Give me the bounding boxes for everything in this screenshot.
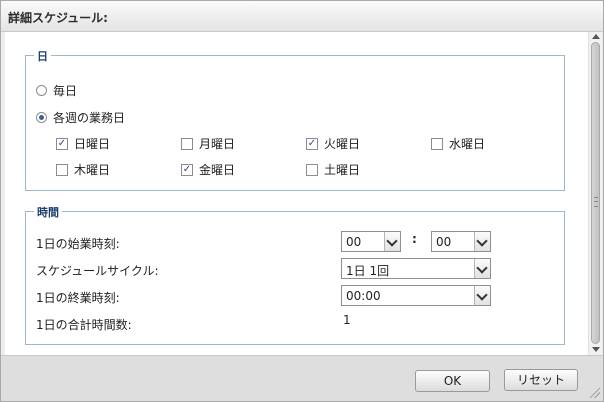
time-separator: : [412, 232, 417, 246]
dialog-title: 詳細スケジュール: [8, 11, 108, 25]
checkbox-saturday-label: 土曜日 [324, 163, 361, 177]
scrollbar-thumb[interactable] [591, 42, 600, 344]
checkbox-saturday-box[interactable] [306, 163, 318, 176]
resize-grip-icon[interactable] [590, 388, 600, 398]
checkbox-wednesday-label: 水曜日 [449, 137, 486, 151]
radio-every-day-button[interactable] [36, 85, 47, 96]
ok-button[interactable]: OK [415, 370, 490, 392]
reset-button[interactable]: リセット [504, 369, 578, 391]
total-hours-value: 1 [343, 313, 351, 327]
grip-icon [594, 197, 598, 207]
checkbox-sunday-box[interactable]: ✓ [56, 137, 68, 150]
cycle-value: 1日 1回 [346, 264, 390, 278]
start-time-label: 1日の始業時刻: [36, 237, 120, 251]
cycle-label: スケジュールサイクル: [36, 264, 159, 278]
start-minute-select[interactable]: 00 [431, 231, 491, 252]
chevron-down-icon [474, 259, 490, 278]
dialog-content: 日 毎日 各週の業務日 ✓ 日曜日 月曜日 ✓ 火曜日 水曜日 木曜日 ✓ 金曜… [5, 32, 601, 355]
checkbox-friday[interactable]: ✓ 金曜日 [181, 161, 235, 178]
total-hours-label: 1日の合計時間数: [36, 318, 132, 332]
checkbox-thursday-label: 木曜日 [74, 163, 111, 177]
checkbox-wednesday[interactable]: 水曜日 [431, 135, 485, 152]
end-time-value: 00:00 [346, 289, 381, 303]
start-hour-value: 00 [346, 235, 362, 249]
checkbox-thursday-box[interactable] [56, 163, 68, 176]
checkbox-thursday[interactable]: 木曜日 [56, 161, 110, 178]
chevron-down-icon [474, 232, 490, 251]
end-time-select[interactable]: 00:00 [341, 285, 491, 306]
start-minute-value: 00 [436, 235, 452, 249]
chevron-down-icon [474, 286, 490, 305]
checkbox-friday-label: 金曜日 [199, 163, 236, 177]
checkbox-tuesday-label: 火曜日 [324, 137, 361, 151]
end-time-label: 1日の終業時刻: [36, 291, 120, 305]
radio-weekly-workdays-label: 各週の業務日 [53, 111, 126, 125]
checkbox-sunday[interactable]: ✓ 日曜日 [56, 135, 110, 152]
checkbox-monday-label: 月曜日 [199, 137, 236, 151]
checkbox-sunday-label: 日曜日 [74, 137, 111, 151]
day-group: 日 毎日 各週の業務日 ✓ 日曜日 月曜日 ✓ 火曜日 水曜日 木曜日 ✓ 金曜… [25, 48, 565, 191]
checkbox-friday-box[interactable]: ✓ [181, 163, 193, 176]
day-group-legend: 日 [34, 48, 51, 64]
checkbox-monday[interactable]: 月曜日 [181, 135, 235, 152]
start-hour-select[interactable]: 00 [341, 231, 401, 252]
radio-every-day[interactable]: 毎日 [36, 82, 77, 99]
checkbox-tuesday-box[interactable]: ✓ [306, 137, 318, 150]
checkbox-tuesday[interactable]: ✓ 火曜日 [306, 135, 360, 152]
radio-weekly-workdays[interactable]: 各週の業務日 [36, 109, 125, 126]
checkbox-monday-box[interactable] [181, 137, 193, 150]
dialog-footer: OK リセット [1, 355, 603, 401]
chevron-down-icon [384, 232, 400, 251]
dialog-titlebar[interactable]: 詳細スケジュール: [1, 1, 603, 32]
time-group-legend: 時間 [34, 204, 62, 220]
scroll-down-icon[interactable] [592, 347, 600, 352]
schedule-dialog: 詳細スケジュール: 日 毎日 各週の業務日 ✓ 日曜日 月曜日 ✓ 火曜日 水曜… [0, 0, 604, 402]
cycle-select[interactable]: 1日 1回 [341, 258, 491, 279]
scroll-up-icon[interactable] [592, 34, 600, 39]
time-group: 時間 1日の始業時刻: 00 : 00 スケジュールサイクル: 1日 1回 1日… [25, 204, 565, 345]
checkbox-wednesday-box[interactable] [431, 137, 443, 150]
checkbox-saturday[interactable]: 土曜日 [306, 161, 360, 178]
radio-every-day-label: 毎日 [53, 84, 78, 98]
radio-weekly-workdays-button[interactable] [36, 112, 47, 123]
vertical-scrollbar[interactable] [588, 32, 601, 355]
